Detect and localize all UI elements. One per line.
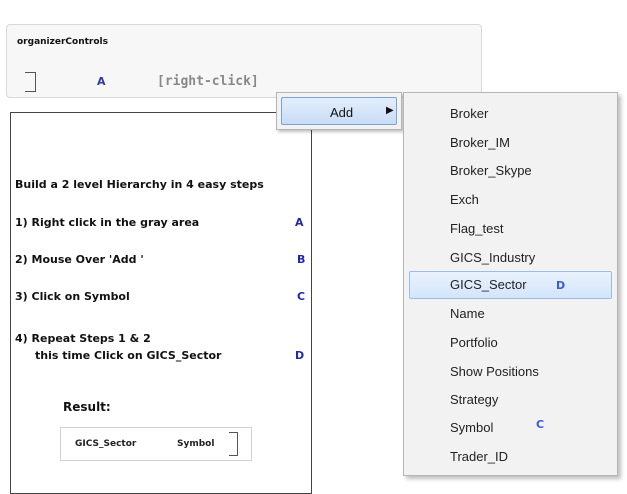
submenu-item-flag-test[interactable]: Flag_test: [450, 221, 503, 236]
instructions-heading: Build a 2 level Hierarchy in 4 easy step…: [15, 178, 264, 191]
panel-title: organizerControls: [17, 37, 108, 47]
submenu-item-symbol[interactable]: Symbol: [450, 420, 493, 435]
submenu-item-trader-id[interactable]: Trader_ID: [450, 449, 508, 464]
result-label: Result:: [63, 400, 111, 414]
submenu-item-broker-im[interactable]: Broker_IM: [450, 135, 510, 150]
submenu-item-broker[interactable]: Broker: [450, 106, 488, 121]
result-item-gics-sector: GICS_Sector: [75, 439, 137, 449]
result-item-symbol: Symbol: [177, 439, 215, 449]
add-submenu: Broker Broker_IM Broker_Skype Exch Flag_…: [403, 92, 618, 476]
result-bracket: [229, 432, 238, 456]
submenu-item-strategy[interactable]: Strategy: [450, 392, 498, 407]
submenu-item-broker-skype[interactable]: Broker_Skype: [450, 163, 532, 178]
add-label: Add: [330, 105, 354, 120]
bracket-marker: [25, 72, 36, 92]
submenu-item-portfolio[interactable]: Portfolio: [450, 335, 498, 350]
marker-d: D: [556, 279, 566, 292]
step-4-line2: this time Click on GICS_Sector: [35, 349, 222, 362]
submenu-item-exch[interactable]: Exch: [450, 192, 479, 207]
marker-c: C: [536, 418, 545, 431]
step-4: 4) Repeat Steps 1 & 2: [15, 332, 151, 345]
organizer-controls-panel[interactable]: organizerControls A [right-click]: [6, 24, 482, 114]
submenu-item-gics-sector[interactable]: GICS_Sector: [450, 277, 527, 292]
step-3-marker: C: [297, 290, 306, 303]
result-box: GICS_Sector Symbol: [60, 427, 252, 461]
marker-a: A: [97, 75, 106, 88]
context-menu: Add ▶: [276, 92, 402, 130]
right-click-hint: [right-click]: [157, 74, 259, 89]
step-1-marker: A: [295, 216, 304, 229]
step-4-marker: D: [295, 349, 305, 362]
step-2-marker: B: [297, 253, 306, 266]
submenu-arrow-icon: ▶: [386, 105, 394, 116]
step-3: 3) Click on Symbol: [15, 290, 130, 303]
submenu-item-name[interactable]: Name: [450, 306, 485, 321]
step-1: 1) Right click in the gray area: [15, 216, 200, 229]
submenu-item-show-positions[interactable]: Show Positions: [450, 364, 539, 379]
add-menu-item[interactable]: Add ▶: [281, 97, 397, 125]
submenu-item-gics-industry[interactable]: GICS_Industry: [450, 250, 535, 265]
step-2: 2) Mouse Over 'Add ': [15, 253, 144, 266]
